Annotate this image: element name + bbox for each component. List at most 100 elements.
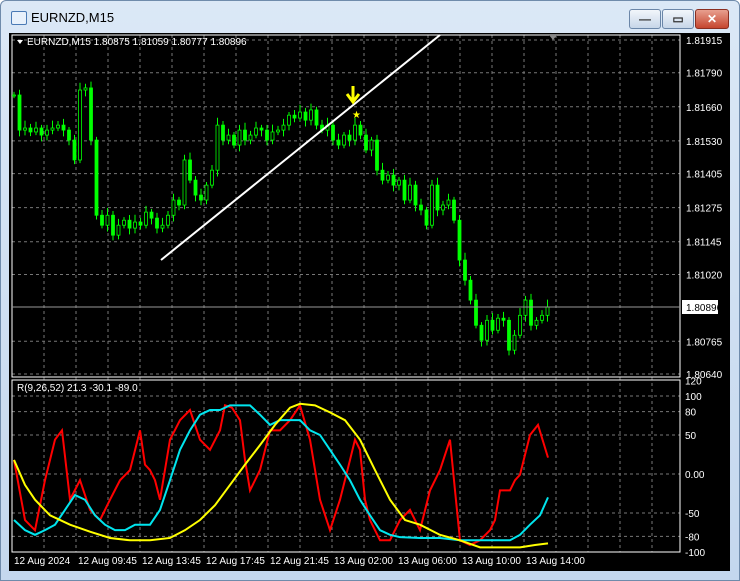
candle [358,124,363,136]
candle [122,219,126,226]
time-axis-label: 13 Aug 14:00 [526,556,585,567]
candle [94,139,99,216]
candle [89,87,93,141]
candle [232,134,236,146]
time-axis-label: 12 Aug 17:45 [206,556,265,567]
time-axis-label: 12 Aug 21:45 [270,556,329,567]
candle [116,224,121,236]
candle [111,214,115,236]
candle [397,179,401,186]
star-icon: ★ [352,110,361,121]
price-axis-label: 1.81405 [686,170,723,181]
candle [501,317,506,321]
candle [386,174,390,181]
maximize-icon: ▭ [672,12,684,26]
close-button[interactable]: ✕ [695,9,729,29]
candle [78,89,82,161]
candle [441,204,445,211]
indicator-axis-label: 50 [685,431,697,442]
indicator-axis-label: -100 [685,548,705,559]
candle [347,134,352,141]
price-axis-label: 1.81660 [686,103,723,114]
minimize-button[interactable]: — [629,9,661,29]
candle [276,129,280,133]
candle [413,184,418,206]
candle [435,184,440,211]
candle [193,179,198,196]
candle [221,124,225,141]
candle [138,221,143,226]
candle [243,129,247,141]
candle [364,134,368,151]
candle [452,199,456,221]
price-axis-label: 1.81530 [686,137,723,148]
time-axis-label: 12 Aug 09:45 [78,556,137,567]
candle [61,124,66,131]
candle [237,129,242,146]
indicator-axis-label: -50 [685,509,700,520]
candle [23,127,27,131]
time-axis-label: 13 Aug 02:00 [334,556,393,567]
chart-background [9,33,730,571]
indicator-axis-label: 100 [685,392,702,403]
candle [45,129,49,136]
candle [12,94,16,97]
candle [419,204,423,211]
candle [177,199,181,206]
candle [105,214,110,226]
indicator-axis-label: 120 [685,376,702,387]
candle [446,199,451,206]
candle [479,324,484,341]
candle [226,134,231,141]
candle [149,211,154,219]
candle [133,221,137,229]
candle [490,319,495,331]
candle [259,127,264,131]
candle [182,159,187,206]
candle [463,259,467,281]
candle [545,306,550,316]
time-axis-label: 13 Aug 06:00 [398,556,457,567]
candle [534,319,539,326]
candle [314,109,319,126]
candle [270,131,275,141]
candle [523,299,528,316]
candle [39,127,44,136]
maximize-button[interactable]: ▭ [662,9,694,29]
candle [292,114,297,119]
price-axis-label: 1.81915 [686,36,723,47]
candle [199,194,203,201]
candle [309,109,313,121]
candle [34,127,38,133]
candle [369,139,374,151]
price-axis-label: 1.81790 [686,69,723,80]
price-axis-label: 1.81145 [686,238,722,249]
time-axis-label: 12 Aug 2024 [14,556,71,567]
candle [127,219,132,229]
candle [281,124,286,131]
indicator-axis-label: -80 [685,532,700,543]
chart-canvas[interactable]: ★ EURNZD,M15 1.80875 1.81059 1.80777 1.8… [9,33,730,571]
candle [50,127,55,131]
candle [204,184,209,201]
candle [265,129,269,141]
indicator-header: R(9,26,52) 21.3 -30.1 -89.0 [17,383,138,394]
chart-window-icon [11,11,27,25]
candle [424,209,429,226]
candle [287,114,291,126]
indicator-axis-label: 80 [685,408,697,419]
candle [496,317,500,331]
candle [210,169,214,186]
minimize-icon: — [639,12,651,26]
candle [215,124,220,171]
candle [430,184,434,226]
candle [56,124,60,129]
candle [155,217,159,229]
candle [391,174,396,186]
time-axis-label: 12 Aug 13:45 [142,556,201,567]
candle [298,111,302,119]
candle [540,314,544,321]
candle [160,224,165,229]
candle [457,219,462,261]
candle [402,179,407,201]
